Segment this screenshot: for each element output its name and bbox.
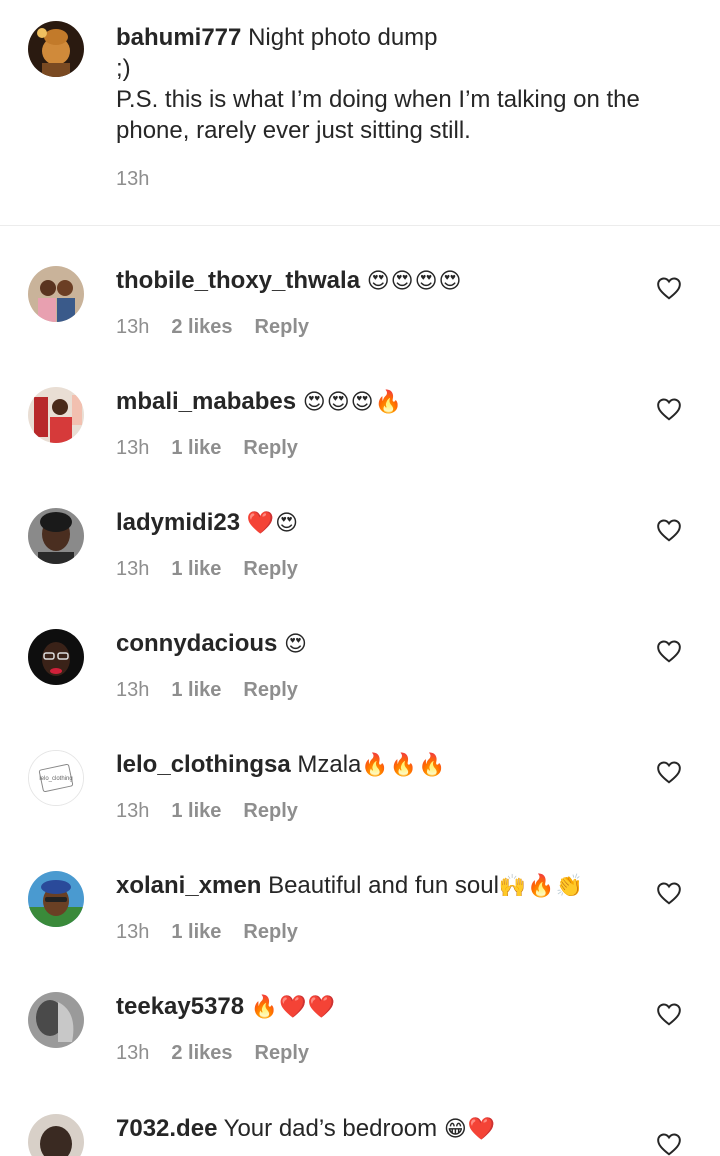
- comment-meta: 13h 1 like Reply: [116, 437, 298, 460]
- avatar[interactable]: lelo_clothing: [28, 750, 84, 806]
- comment-meta: 13h 1 like Reply: [116, 800, 298, 823]
- comment-text: mbali_mababes 😍😍😍🔥: [116, 387, 636, 418]
- comment-body: Your dad’s bedroom: [223, 1115, 438, 1142]
- comment-likes[interactable]: 1 like: [171, 437, 221, 460]
- comment-likes[interactable]: 1 like: [171, 800, 221, 823]
- post-caption: bahumi777 Night photo dump ;) P.S. this …: [0, 0, 720, 226]
- comment-likes[interactable]: 1 like: [171, 558, 221, 581]
- comment-likes[interactable]: 1 like: [171, 679, 221, 702]
- avatar[interactable]: [28, 21, 84, 77]
- comment-emoji: 😁❤️: [443, 1117, 497, 1142]
- comment-timestamp: 13h: [116, 558, 150, 580]
- comment-text: lelo_clothingsa Mzala🔥🔥🔥: [116, 750, 636, 781]
- comment-text: 7032.dee Your dad’s bedroom 😁❤️: [116, 1114, 636, 1145]
- comment-body: Mzala: [297, 751, 362, 778]
- reply-button[interactable]: Reply: [243, 679, 297, 702]
- comment-text: xolani_xmen Beautiful and fun soul🙌🔥👏: [116, 871, 636, 902]
- comment-username[interactable]: thobile_thoxy_thwala: [116, 267, 360, 294]
- comment-item: thobile_thoxy_thwala 😍😍😍😍 13h 2 likes Re…: [0, 262, 720, 383]
- comment-text: ladymidi23 ❤️😍: [116, 508, 636, 539]
- comment-username[interactable]: connydacious: [116, 630, 277, 657]
- avatar[interactable]: [28, 629, 84, 685]
- comment-text: connydacious 😍: [116, 629, 636, 660]
- caption-line-1: Night photo dump: [248, 24, 438, 51]
- heart-outline-icon[interactable]: [656, 397, 682, 421]
- heart-outline-icon[interactable]: [656, 518, 682, 542]
- reply-button[interactable]: Reply: [255, 316, 309, 339]
- comment-item: xolani_xmen Beautiful and fun soul🙌🔥👏 13…: [0, 867, 720, 988]
- comment-emoji: 🙌🔥👏: [498, 874, 585, 899]
- comment-item: 7032.dee Your dad’s bedroom 😁❤️: [0, 1110, 720, 1156]
- caption-text: bahumi777 Night photo dump ;) P.S. this …: [116, 22, 686, 146]
- comment-emoji: 😍😍😍😍: [366, 269, 463, 294]
- comment-item: teekay5378 🔥❤️❤️ 13h 2 likes Reply: [0, 988, 720, 1109]
- comment-timestamp: 13h: [116, 921, 150, 943]
- comment-username[interactable]: xolani_xmen: [116, 872, 261, 899]
- comment-meta: 13h 1 like Reply: [116, 679, 298, 702]
- comment-timestamp: 13h: [116, 679, 150, 701]
- comment-emoji: 🔥🔥🔥: [361, 753, 447, 778]
- comment-timestamp: 13h: [116, 437, 150, 459]
- comment-timestamp: 13h: [116, 800, 150, 822]
- heart-outline-icon[interactable]: [656, 1002, 682, 1026]
- comment-username[interactable]: lelo_clothingsa: [116, 751, 291, 778]
- reply-button[interactable]: Reply: [243, 558, 297, 581]
- avatar[interactable]: [28, 266, 84, 322]
- comment-emoji: ❤️😍: [246, 511, 300, 536]
- reply-button[interactable]: Reply: [255, 1042, 309, 1065]
- avatar[interactable]: [28, 387, 84, 443]
- heart-outline-icon[interactable]: [656, 1132, 682, 1156]
- comment-likes[interactable]: 2 likes: [171, 316, 232, 339]
- comment-meta: 13h 1 like Reply: [116, 921, 298, 944]
- comment-username[interactable]: mbali_mababes: [116, 388, 296, 415]
- comment-likes[interactable]: 1 like: [171, 921, 221, 944]
- avatar[interactable]: [28, 871, 84, 927]
- avatar-logo-text: lelo_clothing: [39, 776, 72, 782]
- comment-timestamp: 13h: [116, 1042, 150, 1064]
- comment-meta: 13h 2 likes Reply: [116, 1042, 309, 1065]
- reply-button[interactable]: Reply: [243, 921, 297, 944]
- heart-outline-icon[interactable]: [656, 276, 682, 300]
- caption-line-2: ;): [116, 55, 131, 82]
- comment-item: mbali_mababes 😍😍😍🔥 13h 1 like Reply: [0, 383, 720, 504]
- caption-timestamp: 13h: [116, 168, 150, 190]
- comment-item: ladymidi23 ❤️😍 13h 1 like Reply: [0, 504, 720, 625]
- avatar[interactable]: [28, 508, 84, 564]
- heart-outline-icon[interactable]: [656, 881, 682, 905]
- comment-text: teekay5378 🔥❤️❤️: [116, 992, 636, 1023]
- comment-meta: 13h 1 like Reply: [116, 558, 298, 581]
- comment-item: lelo_clothing lelo_clothingsa Mzala🔥🔥🔥 1…: [0, 746, 720, 867]
- comment-emoji: 😍: [284, 632, 308, 657]
- reply-button[interactable]: Reply: [243, 437, 297, 460]
- heart-outline-icon[interactable]: [656, 760, 682, 784]
- comment-username[interactable]: teekay5378: [116, 993, 244, 1020]
- reply-button[interactable]: Reply: [243, 800, 297, 823]
- comment-item: connydacious 😍 13h 1 like Reply: [0, 625, 720, 746]
- heart-outline-icon[interactable]: [656, 639, 682, 663]
- avatar[interactable]: [28, 1114, 84, 1156]
- comment-timestamp: 13h: [116, 316, 150, 338]
- caption-line-3: P.S. this is what I’m doing when I’m tal…: [116, 86, 640, 113]
- comment-username[interactable]: 7032.dee: [116, 1115, 217, 1142]
- comment-meta: 13h 2 likes Reply: [116, 316, 309, 339]
- comment-emoji: 😍😍😍🔥: [302, 390, 403, 415]
- comment-emoji: 🔥❤️❤️: [250, 995, 336, 1020]
- comment-body: Beautiful and fun soul: [268, 872, 499, 899]
- caption-username[interactable]: bahumi777: [116, 24, 241, 51]
- comments-screen: bahumi777 Night photo dump ;) P.S. this …: [0, 0, 720, 1156]
- comment-likes[interactable]: 2 likes: [171, 1042, 232, 1065]
- comment-text: thobile_thoxy_thwala 😍😍😍😍: [116, 266, 636, 297]
- avatar[interactable]: [28, 992, 84, 1048]
- comment-username[interactable]: ladymidi23: [116, 509, 240, 536]
- caption-line-4: phone, rarely ever just sitting still.: [116, 117, 471, 144]
